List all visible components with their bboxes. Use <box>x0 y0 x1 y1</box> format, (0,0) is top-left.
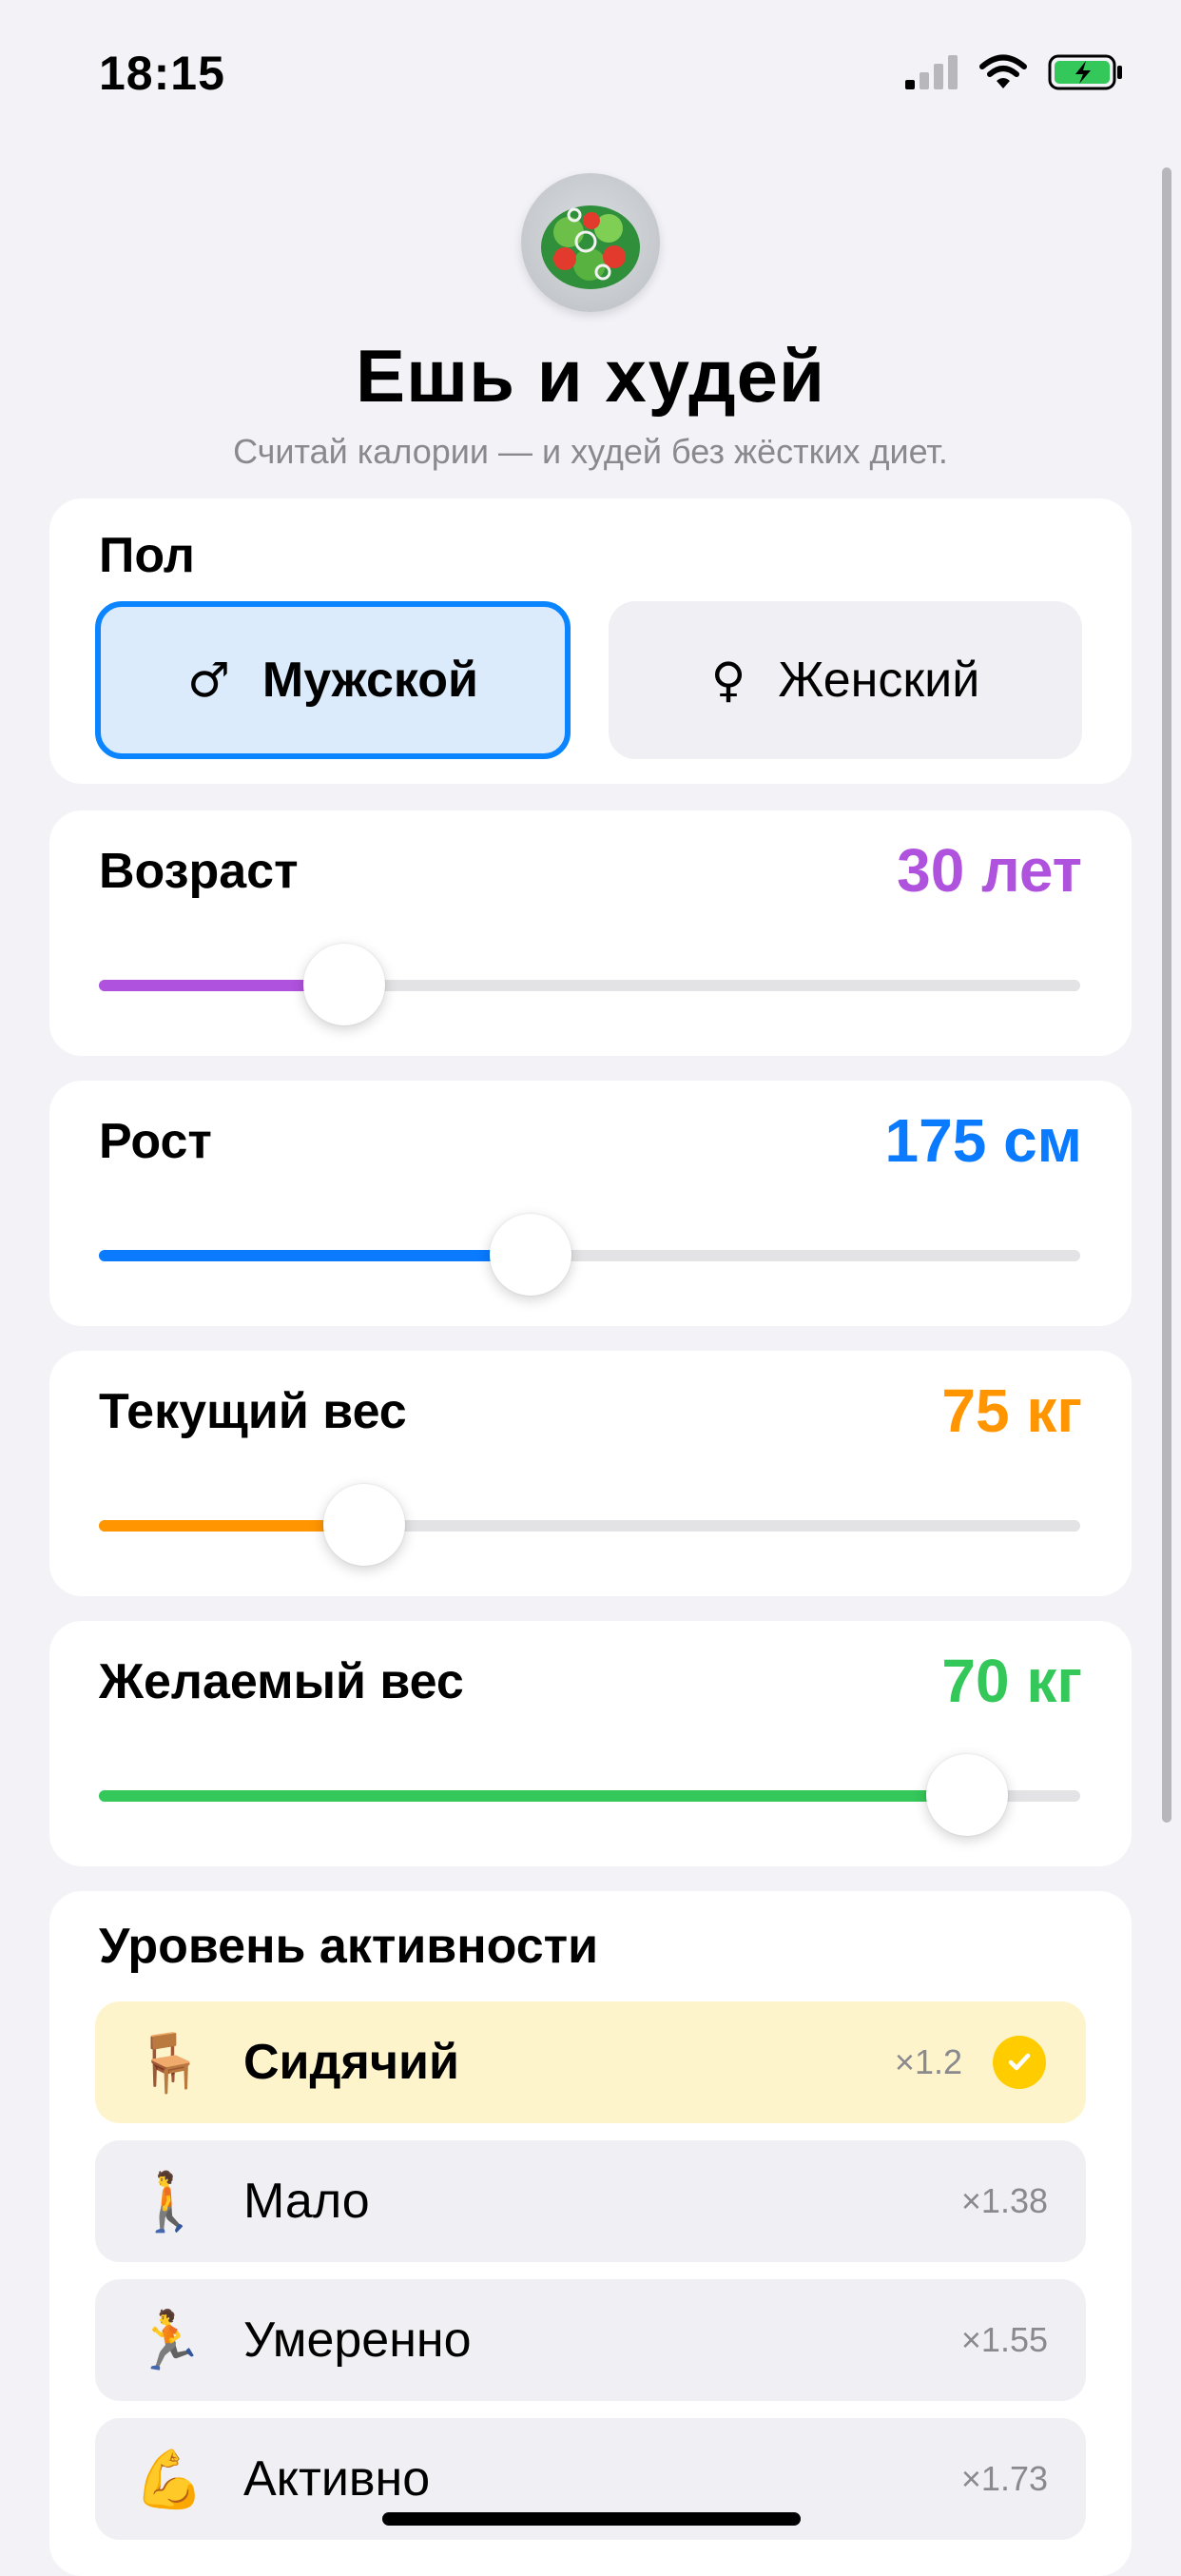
activity-item-label: Активно <box>243 2451 431 2507</box>
activity-card: Уровень активности 🪑 Сидячий ×1.2 🚶 Мало… <box>49 1891 1132 2576</box>
current-weight-value: 75 кг <box>941 1376 1082 1445</box>
age-slider-thumb[interactable] <box>303 944 385 1025</box>
age-value: 30 лет <box>897 836 1082 905</box>
activity-label: Уровень активности <box>99 1919 599 1974</box>
status-bar: 18:15 <box>0 0 1181 143</box>
activity-multiplier: ×1.73 <box>960 2459 1048 2498</box>
activity-item-low[interactable]: 🚶 Мало ×1.38 <box>95 2140 1086 2262</box>
height-card: Рост 175 см <box>49 1081 1132 1326</box>
battery-charging-icon <box>1048 54 1122 90</box>
gender-female-button[interactable]: ♀ Женский <box>609 601 1082 759</box>
current-weight-card: Текущий вес 75 кг <box>49 1351 1132 1596</box>
gender-male-label: Мужской <box>261 653 478 708</box>
age-slider[interactable] <box>99 944 1080 1025</box>
gender-card: Пол ♂ Мужской ♀ Женский <box>49 498 1132 784</box>
salad-logo-icon <box>521 173 660 312</box>
age-label: Возраст <box>99 844 299 899</box>
current-weight-slider-thumb[interactable] <box>322 1484 405 1566</box>
current-weight-label: Текущий вес <box>99 1384 407 1439</box>
activity-item-moderate[interactable]: 🏃 Умеренно ×1.55 <box>95 2279 1086 2401</box>
target-weight-card: Желаемый вес 70 кг <box>49 1621 1132 1866</box>
target-weight-slider-thumb[interactable] <box>926 1754 1009 1836</box>
target-weight-label: Желаемый вес <box>99 1654 464 1709</box>
status-time: 18:15 <box>99 47 225 100</box>
home-indicator[interactable] <box>382 2512 801 2526</box>
height-slider-fill <box>99 1250 532 1261</box>
gender-female-label: Женский <box>778 653 980 708</box>
activity-multiplier: ×1.2 <box>894 2042 962 2081</box>
female-symbol-icon: ♀ <box>710 653 746 708</box>
target-weight-slider[interactable] <box>99 1754 1080 1836</box>
activity-multiplier: ×1.55 <box>960 2320 1048 2359</box>
app-title: Ешь и худей <box>356 334 825 418</box>
gender-label: Пол <box>99 528 195 583</box>
wifi-icon <box>979 54 1027 88</box>
height-slider-thumb[interactable] <box>490 1214 572 1296</box>
height-label: Рост <box>99 1114 212 1169</box>
activity-item-sedentary[interactable]: 🪑 Сидячий ×1.2 <box>95 2001 1086 2123</box>
checkmark-icon <box>993 2036 1046 2089</box>
flexed-biceps-icon: 💪 <box>133 2446 205 2513</box>
running-person-icon: 🏃 <box>133 2307 205 2374</box>
activity-item-label: Мало <box>243 2174 370 2229</box>
current-weight-slider[interactable] <box>99 1484 1080 1566</box>
height-slider[interactable] <box>99 1214 1080 1296</box>
height-value: 175 см <box>884 1106 1083 1175</box>
age-card: Возраст 30 лет <box>49 810 1132 1056</box>
target-weight-slider-fill <box>99 1790 968 1802</box>
target-weight-value: 70 кг <box>941 1647 1082 1715</box>
gender-male-button[interactable]: ♂ Мужской <box>95 601 571 759</box>
activity-item-label: Сидячий <box>243 2035 459 2090</box>
chair-icon: 🪑 <box>133 2029 205 2097</box>
cellular-signal-icon <box>905 55 958 89</box>
app-subtitle: Считай калории — и худей без жёстких дие… <box>233 432 948 471</box>
activity-item-label: Умеренно <box>243 2313 472 2368</box>
walking-person-icon: 🚶 <box>133 2168 205 2235</box>
activity-multiplier: ×1.38 <box>960 2181 1048 2220</box>
status-icons <box>905 53 1124 91</box>
male-symbol-icon: ♂ <box>187 653 230 708</box>
